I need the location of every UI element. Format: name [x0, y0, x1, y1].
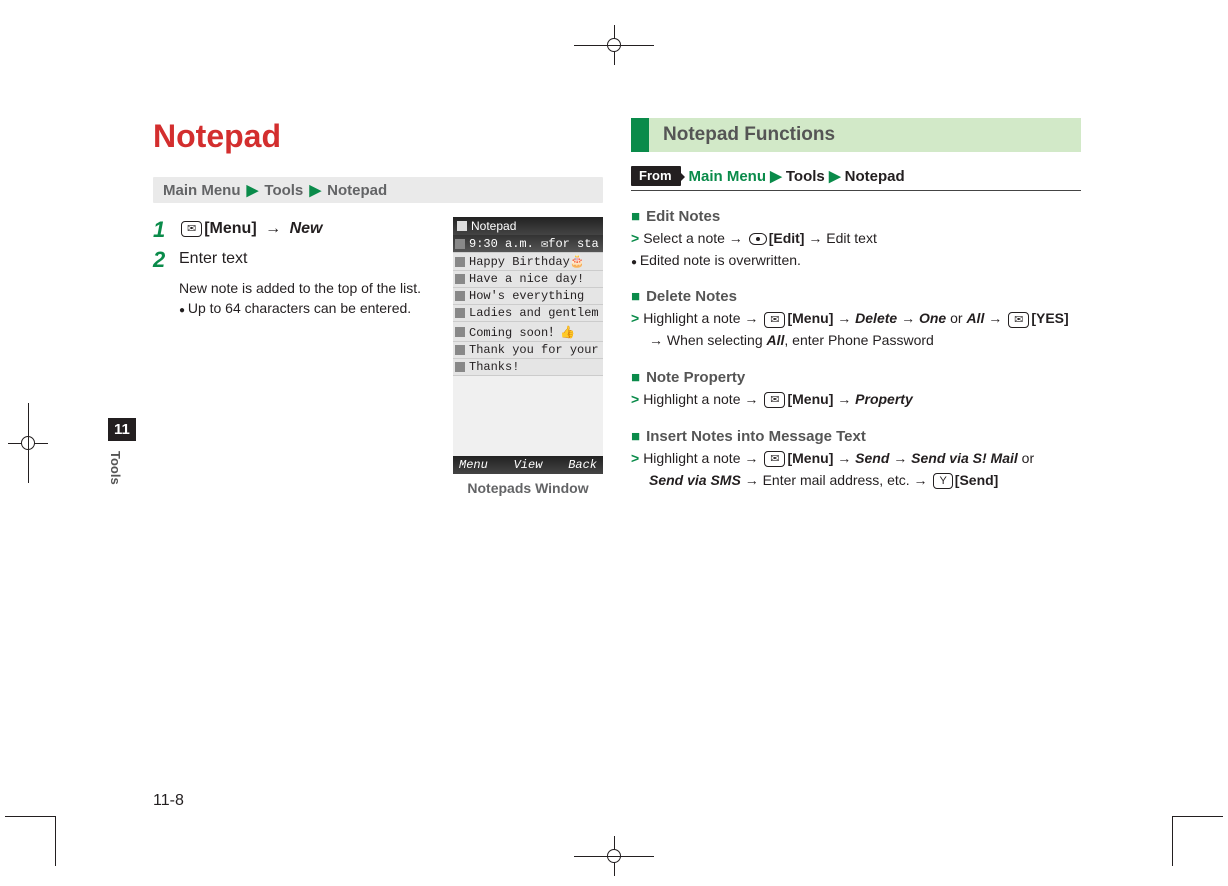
from-badge: From: [631, 166, 681, 186]
page-title: Notepad: [153, 118, 603, 155]
softkey-left: Menu: [459, 458, 488, 472]
step-sub: New note is added to the top of the list…: [153, 279, 435, 318]
breadcrumb-item: Notepad: [327, 182, 387, 199]
step-body: ✉[Menu] → New: [179, 217, 322, 243]
chevron-icon: >: [631, 391, 639, 407]
breadcrumb-sep-icon: ▶: [829, 168, 845, 185]
phone-row: Coming soon！👍: [453, 322, 603, 342]
step-sub-line: New note is added to the top of the list…: [179, 280, 421, 296]
mail-key-icon: ✉: [764, 392, 785, 408]
page-content: Notepad Main Menu ▶ Tools ▶ Notepad 1 ✉[…: [153, 118, 1083, 505]
steps-area: 1 ✉[Menu] → New 2 Enter text New note is…: [153, 217, 603, 496]
phone-figure: Notepad 9:30 a.m. ✉for sta Happy Birthda…: [453, 217, 603, 496]
step-action: New: [290, 220, 323, 237]
left-column: Notepad Main Menu ▶ Tools ▶ Notepad 1 ✉[…: [153, 118, 603, 505]
from-path: Main Menu ▶ Tools ▶ Notepad: [689, 167, 905, 185]
phone-screen: Notepad 9:30 a.m. ✉for sta Happy Birthda…: [453, 217, 603, 474]
section-heading: Notepad Functions: [631, 118, 1081, 152]
breadcrumb-item: Main Menu: [163, 182, 241, 199]
step-number: 1: [153, 217, 169, 243]
steps-text: 1 ✉[Menu] → New 2 Enter text New note is…: [153, 217, 435, 496]
phone-row: Thank you for your: [453, 342, 603, 359]
chapter-sidetab: 11 Tools: [108, 418, 136, 485]
note-icon: [455, 362, 465, 372]
mail-key-icon: ✉: [764, 312, 785, 328]
func-note-property: Note Property >Highlight a note → ✉[Menu…: [631, 366, 1081, 411]
func-insert-notes: Insert Notes into Message Text >Highligh…: [631, 425, 1081, 492]
page-number: 11-8: [153, 792, 184, 810]
arrow-icon: →: [265, 220, 281, 237]
note-icon: [455, 327, 465, 337]
phone-titlebar: Notepad: [453, 217, 603, 235]
note-icon: [455, 239, 465, 249]
from-bar: From Main Menu ▶ Tools ▶ Notepad: [631, 166, 1081, 191]
crop-corner-bl: [55, 816, 105, 866]
note-icon: [455, 308, 465, 318]
note-icon: [455, 291, 465, 301]
step-body: Enter text: [179, 247, 247, 273]
doc-icon: [457, 221, 467, 231]
phone-row-selected: 9:30 a.m. ✉for sta: [453, 235, 603, 253]
phone-empty-area: [453, 376, 603, 456]
breadcrumb-sep-icon: ▶: [309, 182, 321, 199]
func-title: Note Property: [646, 366, 745, 389]
phone-row: Ladies and gentlem: [453, 305, 603, 322]
figure-caption: Notepads Window: [453, 480, 603, 496]
step-1: 1 ✉[Menu] → New: [153, 217, 435, 243]
y-key-icon: Y: [933, 473, 952, 489]
note-icon: [455, 345, 465, 355]
crop-corner-br: [1123, 816, 1173, 866]
note-icon: [455, 274, 465, 284]
softkey-right: Back: [568, 458, 597, 472]
func-subline: Send via SMS → Enter mail address, etc. …: [631, 470, 1081, 492]
breadcrumb-sep-icon: ▶: [247, 182, 259, 199]
phone-row: Thanks!: [453, 359, 603, 376]
phone-title: Notepad: [471, 219, 516, 233]
breadcrumb-item: Tools: [264, 182, 303, 199]
breadcrumb: Main Menu ▶ Tools ▶ Notepad: [153, 177, 603, 203]
chevron-icon: >: [631, 310, 639, 326]
step-number: 2: [153, 247, 169, 273]
func-title: Insert Notes into Message Text: [646, 425, 866, 448]
func-delete-notes: Delete Notes >Highlight a note → ✉[Menu]…: [631, 285, 1081, 352]
breadcrumb-sep-icon: ▶: [770, 168, 786, 185]
mail-key-icon: ✉: [1008, 312, 1029, 328]
step-sub-bullet: Up to 64 characters can be entered.: [179, 300, 411, 316]
phone-row: Have a nice day!: [453, 271, 603, 288]
note-icon: [455, 257, 465, 267]
func-title: Edit Notes: [646, 205, 720, 228]
step-2: 2 Enter text: [153, 247, 435, 273]
phone-softkeys: Menu View Back: [453, 456, 603, 474]
right-column: Notepad Functions From Main Menu ▶ Tools…: [631, 118, 1081, 505]
chevron-icon: >: [631, 230, 639, 246]
chapter-label: Tools: [108, 451, 123, 485]
mail-key-icon: ✉: [764, 451, 785, 467]
chapter-number: 11: [108, 418, 136, 441]
step-key-label: [Menu]: [204, 220, 256, 237]
note-bullet: Edited note is overwritten.: [631, 252, 801, 268]
mail-key-icon: ✉: [181, 221, 202, 237]
func-subline: → When selecting All, enter Phone Passwo…: [631, 330, 1081, 352]
center-key-icon: [749, 233, 767, 245]
chevron-icon: >: [631, 450, 639, 466]
softkey-center: View: [514, 458, 543, 472]
func-edit-notes: Edit Notes >Select a note → [Edit] → Edi…: [631, 205, 1081, 272]
phone-row: How's everything: [453, 288, 603, 305]
phone-row: Happy Birthday🎂: [453, 253, 603, 271]
func-title: Delete Notes: [646, 285, 737, 308]
